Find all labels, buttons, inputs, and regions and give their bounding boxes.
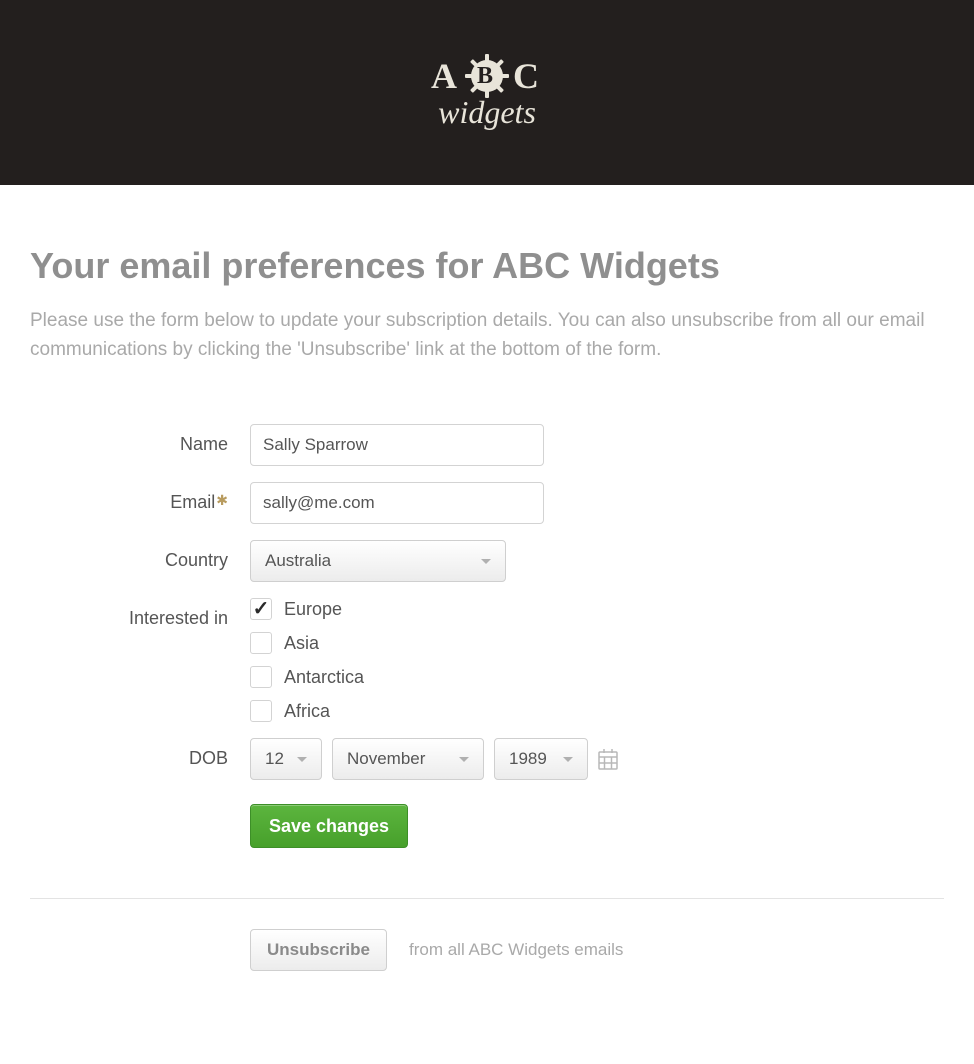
form-row-country: Country Australia [30,540,944,582]
gear-icon: B [465,54,509,98]
interest-option-antarctica[interactable]: Antarctica [250,666,364,688]
page-header: A B C [0,0,974,185]
dob-year-select[interactable]: 1989 [494,738,588,780]
form-row-save: Save changes [30,796,944,848]
name-field[interactable] [250,424,544,466]
interest-option-africa[interactable]: Africa [250,700,364,722]
form-row-dob: DOB 12 November 1989 [30,738,944,780]
chevron-down-icon [297,757,307,762]
interest-label: Europe [284,599,342,620]
dob-year-value: 1989 [509,749,547,769]
brand-letter-c: C [513,55,543,97]
dob-day-value: 12 [265,749,284,769]
chevron-down-icon [481,559,491,564]
dob-group: 12 November 1989 [250,738,618,780]
country-select[interactable]: Australia [250,540,506,582]
unsubscribe-row: Unsubscribe from all ABC Widgets emails [250,929,944,971]
chevron-down-icon [563,757,573,762]
dob-month-select[interactable]: November [332,738,484,780]
checkbox-icon [250,666,272,688]
dob-label: DOB [30,738,250,769]
interest-option-europe[interactable]: Europe [250,598,364,620]
checkbox-icon [250,700,272,722]
interest-option-asia[interactable]: Asia [250,632,364,654]
form-row-name: Name [30,424,944,466]
country-label: Country [30,540,250,571]
chevron-down-icon [459,757,469,762]
divider [30,898,944,899]
checkbox-icon [250,632,272,654]
page-intro: Please use the form below to update your… [30,307,944,364]
calendar-icon[interactable] [598,748,618,770]
dob-day-select[interactable]: 12 [250,738,322,780]
save-button[interactable]: Save changes [250,804,408,848]
brand-letter-b: B [477,63,497,90]
interest-label: Antarctica [284,667,364,688]
unsubscribe-text: from all ABC Widgets emails [409,940,623,960]
email-label: Email✱ [30,482,250,513]
interests-label: Interested in [30,598,250,629]
dob-month-value: November [347,749,425,769]
form-row-email: Email✱ [30,482,944,524]
brand-logo: A B C [431,54,543,131]
country-select-value: Australia [265,551,331,571]
email-label-text: Email [170,492,215,512]
unsubscribe-button[interactable]: Unsubscribe [250,929,387,971]
brand-logo-line1: A B C [431,54,543,98]
brand-logo-line2: widgets [431,94,543,131]
page-title: Your email preferences for ABC Widgets [30,245,944,287]
interests-group: Europe Asia Antarctica Africa [250,598,364,722]
interest-label: Africa [284,701,330,722]
brand-letter-a: A [431,55,461,97]
form-row-interests: Interested in Europe Asia Antarctica Afr… [30,598,944,722]
interest-label: Asia [284,633,319,654]
checkbox-icon [250,598,272,620]
email-field[interactable] [250,482,544,524]
required-icon: ✱ [216,492,228,508]
name-label: Name [30,424,250,455]
page-content: Your email preferences for ABC Widgets P… [0,185,974,1011]
